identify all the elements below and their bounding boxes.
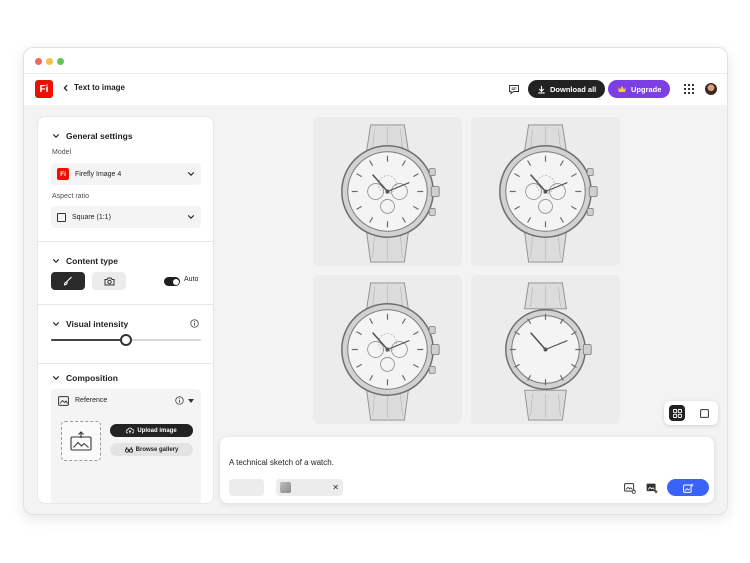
aspect-ratio-select[interactable]: Square (1:1) [51,206,201,228]
chevron-left-icon [63,84,68,91]
cloud-upload-icon [126,427,135,434]
slider-thumb[interactable] [120,334,132,346]
window-chrome [24,48,727,74]
grid-view-button[interactable] [669,405,685,421]
info-icon [175,396,184,405]
single-view-button[interactable] [696,405,712,421]
binoculars-icon [124,446,133,453]
chevron-down-icon [52,376,60,380]
reference-chip[interactable]: ✕ [276,479,343,496]
auto-toggle[interactable] [164,277,180,286]
divider [38,304,213,305]
effects-button[interactable] [646,482,658,494]
upload-image-button[interactable]: Upload image [110,424,193,437]
visual-intensity-info[interactable] [190,319,199,328]
generated-image-1[interactable] [313,117,462,266]
model-value: Firefly Image 4 [75,170,122,178]
upload-image-label: Upload image [137,427,177,434]
model-select[interactable]: Fi Firefly Image 4 [51,163,201,185]
square-icon [57,212,66,222]
browse-gallery-label: Browse gallery [135,446,179,453]
style-reference-button[interactable] [624,482,636,494]
general-settings-header[interactable]: General settings [52,131,133,141]
art-brush-icon [63,276,72,286]
visual-intensity-title: Visual intensity [66,319,129,329]
generated-image-3[interactable] [313,275,462,424]
content-type-header[interactable]: Content type [52,256,118,266]
chevron-down-icon [187,172,195,176]
apps-button[interactable] [683,83,695,95]
generate-button[interactable] [667,479,709,496]
feedback-button[interactable] [506,82,522,96]
maximize-dot[interactable] [57,58,64,65]
generated-image-2[interactable] [471,117,620,266]
chevron-down-icon [52,259,60,263]
reference-drop-zone[interactable] [61,421,101,461]
style-chip[interactable] [229,479,264,496]
aspect-ratio-label: Aspect ratio [52,193,89,200]
info-icon [190,319,199,328]
magic-image-icon [646,483,658,494]
remove-reference-icon[interactable]: ✕ [332,483,339,492]
reference-info[interactable] [175,396,184,405]
grid-view-icon [672,408,682,418]
firefly-model-icon: Fi [57,168,69,180]
settings-panel: General settings Model Fi Firefly Image … [37,116,214,504]
content-type-art-button[interactable] [51,272,85,290]
composition-header[interactable]: Composition [52,373,118,383]
camera-icon [104,277,114,285]
chevron-down-icon [187,215,195,219]
app-window: Fi Text to image Download all Upgrade Ge… [23,47,728,515]
generated-image-4[interactable] [471,275,620,424]
view-toggle [664,401,718,425]
visual-intensity-header[interactable]: Visual intensity [52,319,128,329]
content-type-title: Content type [66,256,118,266]
download-icon [538,85,545,93]
reference-label: Reference [75,397,108,404]
close-dot[interactable] [35,58,42,65]
visual-intensity-slider[interactable] [51,334,201,346]
back-link-label: Text to image [74,83,125,92]
back-link[interactable]: Text to image [62,83,125,92]
chat-bubble-icon [509,84,519,95]
prompt-bar: A technical sketch of a watch. ✕ [220,437,714,503]
caret-down-icon [188,398,194,403]
firefly-logo[interactable]: Fi [35,80,53,98]
download-all-button[interactable]: Download all [528,80,606,98]
generate-icon [682,482,694,493]
upgrade-button[interactable]: Upgrade [608,80,671,98]
apps-grid-icon [684,84,694,94]
reference-dropdown[interactable] [187,397,195,405]
browse-gallery-button[interactable]: Browse gallery [110,443,193,456]
image-upload-icon [70,431,92,451]
divider [38,363,213,364]
reference-image-icon [58,396,69,406]
reference-card: Reference Upload image Browse gallery [51,389,201,503]
divider [38,241,213,242]
general-settings-title: General settings [66,131,133,141]
slider-fill [51,339,126,341]
download-all-label: Download all [550,84,597,94]
model-label: Model [52,149,72,156]
crown-icon [618,86,626,92]
chevron-down-icon [52,134,60,138]
prompt-input[interactable]: A technical sketch of a watch. [229,458,334,467]
composition-title: Composition [66,373,118,383]
upgrade-label: Upgrade [631,84,662,94]
chevron-down-icon [52,322,60,326]
image-settings-icon [624,482,636,494]
user-avatar[interactable] [705,83,717,95]
auto-label: Auto [184,276,199,283]
minimize-dot[interactable] [46,58,53,65]
aspect-ratio-value: Square (1:1) [72,213,111,221]
content-type-photo-button[interactable] [92,272,126,290]
app-header: Fi Text to image Download all Upgrade [24,74,727,105]
single-view-icon [699,408,709,418]
reference-thumbnail [280,482,291,493]
